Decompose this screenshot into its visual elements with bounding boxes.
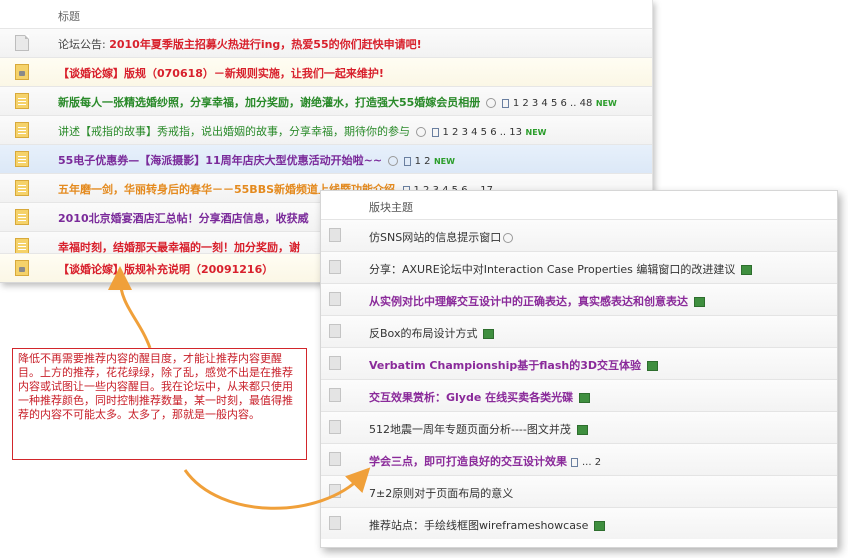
annotation-arrows xyxy=(108,266,371,510)
arrow-to-bottom-list xyxy=(183,467,371,510)
annotation-callout: 降低不再需要推荐内容的醒目度，才能让推荐内容更醒目。上方的推荐，花花绿绿，除了乱… xyxy=(12,348,307,460)
arrow-to-top-list xyxy=(108,266,152,349)
